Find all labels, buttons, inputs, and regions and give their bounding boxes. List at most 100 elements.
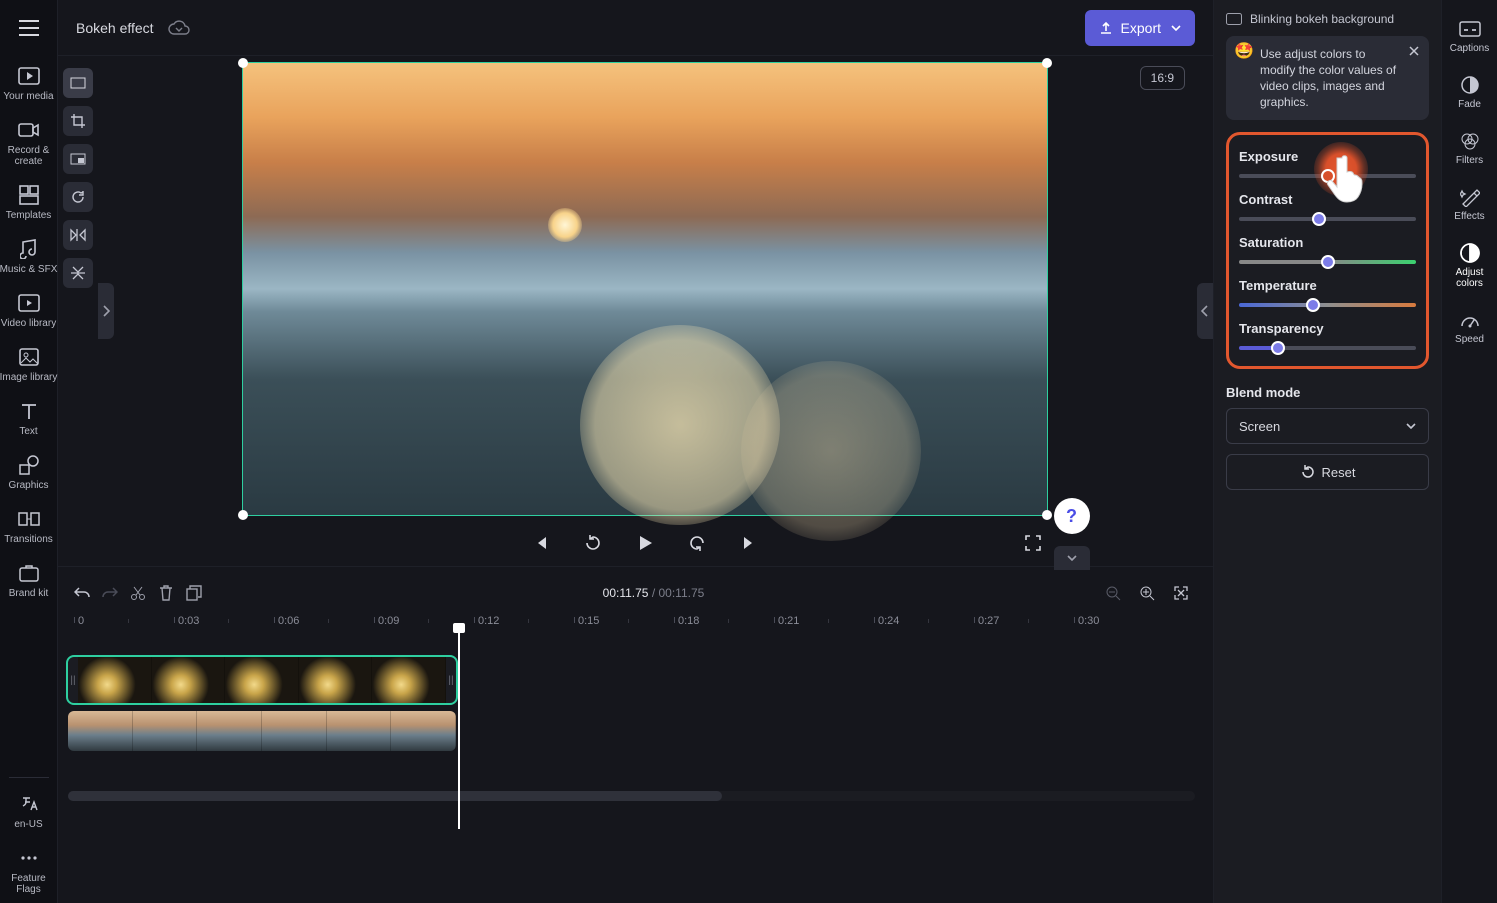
resize-handle-tl[interactable]: [238, 58, 248, 68]
clip-grip-right[interactable]: ||: [446, 657, 456, 703]
split-button[interactable]: [124, 579, 152, 607]
flip-h-tool[interactable]: [63, 220, 93, 250]
adjust-colors-group: Exposure Contrast Saturation: [1226, 132, 1429, 369]
selected-clip-title: Blinking bokeh background: [1226, 12, 1429, 26]
playhead[interactable]: [458, 629, 460, 829]
rail-brand[interactable]: Brand kit: [0, 553, 58, 607]
transparency-thumb[interactable]: [1271, 341, 1285, 355]
transitions-icon: [17, 507, 41, 531]
fade-icon: [1459, 74, 1481, 96]
expand-right-tab[interactable]: [1197, 283, 1213, 339]
rrail-adjust-colors[interactable]: Adjust colors: [1442, 232, 1497, 299]
image-icon: [17, 345, 41, 369]
flip-v-tool[interactable]: [63, 258, 93, 288]
preview-canvas[interactable]: [242, 62, 1048, 516]
undo-button[interactable]: [68, 579, 96, 607]
video-lib-icon: [17, 291, 41, 315]
play-button[interactable]: [630, 528, 660, 558]
fullscreen-button[interactable]: [1018, 528, 1048, 558]
rail-record[interactable]: Record & create: [0, 110, 58, 175]
brand-icon: [17, 561, 41, 585]
clip-grip-left[interactable]: ||: [68, 657, 78, 703]
delete-button[interactable]: [152, 579, 180, 607]
rail-templates[interactable]: Templates: [0, 175, 58, 229]
camera-icon: [17, 118, 41, 142]
exposure-thumb[interactable]: [1321, 169, 1335, 183]
zoom-fit-button[interactable]: [1167, 579, 1195, 607]
canvas-area: 16:9: [98, 56, 1213, 566]
rewind-button[interactable]: [578, 528, 608, 558]
temperature-thumb[interactable]: [1306, 298, 1320, 312]
redo-button[interactable]: [96, 579, 124, 607]
contrast-slider[interactable]: [1239, 217, 1416, 221]
collapse-timeline-button[interactable]: [1054, 546, 1090, 570]
rrail-captions[interactable]: Captions: [1442, 8, 1497, 64]
temperature-label: Temperature: [1239, 278, 1416, 293]
tip-box: 🤩 Use adjust colors to modify the color …: [1226, 36, 1429, 120]
rrail-speed[interactable]: Speed: [1442, 299, 1497, 355]
effects-icon: [1459, 186, 1481, 208]
captions-icon: [1459, 18, 1481, 40]
blend-mode-select[interactable]: Screen: [1226, 408, 1429, 444]
rail-music[interactable]: Music & SFX: [0, 229, 58, 283]
saturation-slider[interactable]: [1239, 260, 1416, 264]
tip-close-button[interactable]: [1405, 42, 1423, 60]
stage: 16:9: [58, 56, 1213, 566]
rail-locale[interactable]: en-US: [0, 784, 58, 838]
contrast-thumb[interactable]: [1312, 212, 1326, 226]
aspect-ratio-pill[interactable]: 16:9: [1140, 66, 1185, 90]
skip-back-button[interactable]: [526, 528, 556, 558]
tracks: || ||: [68, 657, 1195, 801]
shapes-icon: [17, 453, 41, 477]
menu-button[interactable]: [11, 10, 47, 46]
forward-button[interactable]: [682, 528, 712, 558]
project-title[interactable]: Bokeh effect: [76, 20, 154, 36]
pip-tool[interactable]: [63, 144, 93, 174]
reset-button[interactable]: Reset: [1226, 454, 1429, 490]
rail-feature-flags[interactable]: Feature Flags: [0, 838, 58, 903]
timeline-ruler[interactable]: 0 0:03 0:06 0:09 0:12 0:15 0:18 0:21 0:2…: [68, 615, 1195, 639]
rail-transitions[interactable]: Transitions: [0, 499, 58, 553]
undo-icon: [1300, 465, 1314, 479]
dots-icon: [17, 846, 41, 870]
rotate-tool[interactable]: [63, 182, 93, 212]
help-button[interactable]: ?: [1054, 498, 1090, 534]
speed-icon: [1459, 309, 1481, 331]
rail-graphics[interactable]: Graphics: [0, 445, 58, 499]
cloud-sync-icon[interactable]: [168, 20, 190, 36]
text-icon: [17, 399, 41, 423]
right-rail: Captions Fade Filters Effects Adjust col…: [1441, 0, 1497, 903]
rrail-filters[interactable]: Filters: [1442, 120, 1497, 176]
topbar: Bokeh effect Export: [58, 0, 1213, 56]
canvas-toolbar: [58, 56, 98, 566]
transparency-label: Transparency: [1239, 321, 1416, 336]
adjust-colors-icon: [1459, 242, 1481, 264]
exposure-slider[interactable]: [1239, 174, 1416, 178]
transparency-slider[interactable]: [1239, 346, 1416, 350]
rail-your-media[interactable]: Your media: [0, 56, 58, 110]
resize-handle-tr[interactable]: [1042, 58, 1052, 68]
saturation-thumb[interactable]: [1321, 255, 1335, 269]
timeline-scrollbar[interactable]: [68, 791, 1195, 801]
templates-icon: [17, 183, 41, 207]
rail-image-library[interactable]: Image library: [0, 337, 58, 391]
crop-tool[interactable]: [63, 106, 93, 136]
left-rail: Your media Record & create Templates Mus…: [0, 0, 58, 903]
export-button[interactable]: Export: [1085, 10, 1195, 46]
fit-tool[interactable]: [63, 68, 93, 98]
zoom-in-button[interactable]: [1133, 579, 1161, 607]
rail-text[interactable]: Text: [0, 391, 58, 445]
rail-video-library[interactable]: Video library: [0, 283, 58, 337]
rrail-fade[interactable]: Fade: [1442, 64, 1497, 120]
clip-icon: [1226, 13, 1242, 25]
duplicate-button[interactable]: [180, 579, 208, 607]
skip-fwd-button[interactable]: [734, 528, 764, 558]
clip-sunset[interactable]: [68, 711, 456, 751]
blend-mode-label: Blend mode: [1226, 385, 1429, 400]
clip-bokeh[interactable]: || ||: [68, 657, 456, 703]
temperature-slider[interactable]: [1239, 303, 1416, 307]
exposure-label: Exposure: [1239, 149, 1416, 164]
timeline-scroll-thumb[interactable]: [68, 791, 722, 801]
zoom-out-button[interactable]: [1099, 579, 1127, 607]
rrail-effects[interactable]: Effects: [1442, 176, 1497, 232]
